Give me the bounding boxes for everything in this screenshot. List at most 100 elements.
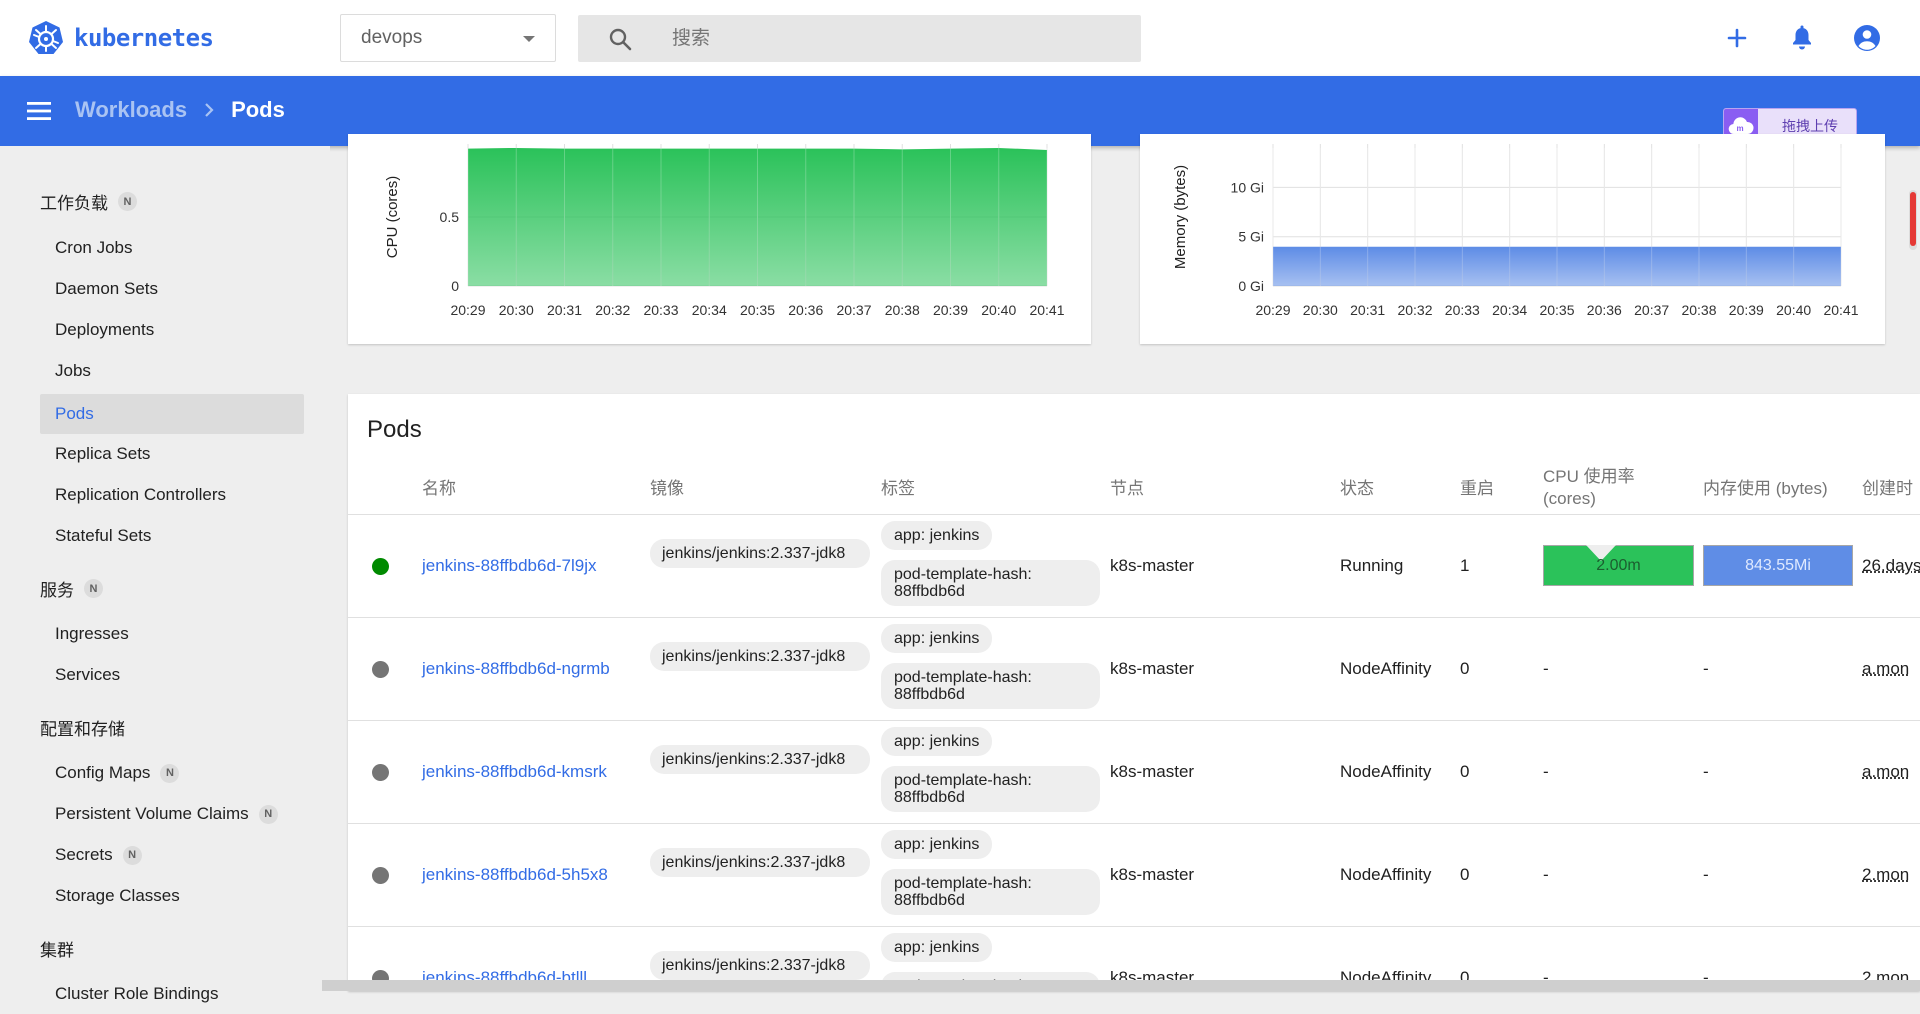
- notifications-bell-icon[interactable]: [1788, 24, 1816, 52]
- memory-cell: -: [1703, 865, 1709, 884]
- x-tick-label: 20:36: [1587, 302, 1622, 318]
- table-row[interactable]: jenkins-88ffbdb6d-7l9jx jenkins/jenkins:…: [348, 514, 1920, 617]
- cpu-usage-chart-card: 20:29 20:30 20:31 20:32 20:33 20:34 20:35 20:36…: [348, 134, 1091, 344]
- column-header-node: 节点: [1110, 479, 1144, 498]
- pods-table-title: Pods: [367, 416, 422, 443]
- sidebar-item-label: Jobs: [55, 361, 91, 380]
- status-pending-icon: [372, 764, 389, 781]
- node-cell: k8s-master: [1110, 865, 1195, 884]
- y-axis-title: CPU (cores): [384, 176, 401, 259]
- label-chip: app: jenkins: [881, 727, 993, 756]
- memory-sparkline[interactable]: 843.55Mi: [1703, 545, 1853, 586]
- label-chip: app: jenkins: [881, 933, 993, 962]
- label-chip: app: jenkins: [881, 624, 993, 653]
- sidebar-item-label: Config Maps: [55, 763, 151, 782]
- sidebar-item-label: Deployments: [55, 320, 155, 339]
- x-tick-label: 20:37: [1634, 302, 1669, 318]
- search-icon: [609, 28, 632, 51]
- sidebar-section-services[interactable]: 服务 N: [40, 576, 103, 601]
- x-tick-label: 20:30: [1303, 302, 1338, 318]
- x-tick-label: 20:40: [981, 302, 1016, 318]
- sidebar-section-workloads[interactable]: 工作负载 N: [40, 189, 137, 214]
- sidebar-item-pods[interactable]: Pods: [40, 394, 304, 434]
- x-tick-label: 20:31: [1350, 302, 1385, 318]
- sidebar-item-replica-sets[interactable]: Replica Sets: [40, 434, 304, 474]
- search-bar[interactable]: [578, 15, 1141, 62]
- node-cell: k8s-master: [1110, 556, 1195, 575]
- memory-value: 843.55Mi: [1745, 556, 1811, 574]
- label-chip: app: jenkins: [881, 830, 993, 859]
- search-input[interactable]: [670, 26, 1114, 51]
- status-cell: Running: [1340, 556, 1404, 575]
- sidebar-item-cron-jobs[interactable]: Cron Jobs: [40, 228, 304, 268]
- sidebar-item-persistent-volume-claims[interactable]: Persistent Volume Claims N: [40, 794, 304, 834]
- account-circle-icon[interactable]: [1853, 24, 1881, 52]
- logo-text: kubernetes: [74, 24, 214, 52]
- sidebar-item-stateful-sets[interactable]: Stateful Sets: [40, 516, 304, 556]
- horizontal-scrollbar[interactable]: [322, 980, 1920, 991]
- x-tick-label: 20:32: [1397, 302, 1432, 318]
- table-row[interactable]: jenkins-88ffbdb6d-ngrmb jenkins/jenkins:…: [348, 617, 1920, 720]
- namespace-value: devops: [361, 27, 423, 48]
- cpu-sparkline[interactable]: 2.00m: [1543, 545, 1694, 586]
- x-tick-label: 20:37: [836, 302, 871, 318]
- node-cell: k8s-master: [1110, 762, 1195, 781]
- status-cell: NodeAffinity: [1340, 659, 1432, 678]
- x-tick-label: 20:41: [1029, 302, 1064, 318]
- kubernetes-logo[interactable]: kubernetes: [28, 20, 214, 56]
- column-header-restarts: 重启: [1460, 479, 1494, 498]
- caret-down-icon: [523, 36, 535, 42]
- x-tick-label: 20:33: [1445, 302, 1480, 318]
- section-title: 集群: [40, 941, 74, 960]
- breadcrumb-workloads[interactable]: Workloads: [75, 97, 187, 123]
- pod-name-link[interactable]: jenkins-88ffbdb6d-ngrmb: [422, 659, 610, 679]
- column-header-labels: 标签: [881, 479, 915, 498]
- restarts-cell: 0: [1460, 762, 1470, 781]
- pod-name-link[interactable]: jenkins-88ffbdb6d-kmsrk: [422, 762, 607, 782]
- label-chip: pod-template-hash: 88ffbdb6d: [881, 560, 1100, 606]
- sidebar-item-label: Ingresses: [55, 624, 129, 643]
- breadcrumb-pods: Pods: [231, 97, 285, 122]
- namespace-select[interactable]: devops: [340, 14, 556, 62]
- memory-usage-chart-card: 20:29 20:30 20:31 20:32 20:33 20:34 20:35 20:36…: [1140, 134, 1885, 344]
- restarts-cell: 0: [1460, 865, 1470, 884]
- x-tick-label: 20:38: [1681, 302, 1716, 318]
- sidebar-item-storage-classes[interactable]: Storage Classes: [40, 876, 304, 916]
- status-pending-icon: [372, 661, 389, 678]
- column-header-cpu: CPU 使用率 (cores): [1543, 467, 1635, 508]
- sidebar-item-cluster-role-bindings[interactable]: Cluster Role Bindings: [40, 974, 304, 1014]
- table-row[interactable]: jenkins-88ffbdb6d-5h5x8 jenkins/jenkins:…: [348, 823, 1920, 926]
- sidebar-item-secrets[interactable]: Secrets N: [40, 835, 304, 875]
- x-tick-label: 20:32: [595, 302, 630, 318]
- status-cell: NodeAffinity: [1340, 865, 1432, 884]
- sidebar-item-replication-controllers[interactable]: Replication Controllers: [40, 475, 304, 515]
- namespaced-badge: N: [84, 579, 103, 598]
- column-header-created[interactable]: 创建时: [1862, 478, 1913, 500]
- namespaced-badge: N: [122, 845, 142, 865]
- x-tick-label: 20:35: [1539, 302, 1574, 318]
- image-chip: jenkins/jenkins:2.337-jdk8: [650, 539, 870, 568]
- vertical-scrollbar[interactable]: [1906, 190, 1920, 250]
- restarts-cell: 1: [1460, 556, 1470, 575]
- kubernetes-helm-icon: [29, 21, 63, 54]
- sidebar-section-cluster[interactable]: 集群: [40, 936, 74, 961]
- sidebar-item-jobs[interactable]: Jobs: [40, 351, 304, 391]
- sidebar-item-label: Cluster Role Bindings: [55, 984, 219, 1003]
- chevron-right-icon: [205, 103, 214, 117]
- table-row[interactable]: jenkins-88ffbdb6d-kmsrk jenkins/jenkins:…: [348, 720, 1920, 823]
- sidebar-item-daemon-sets[interactable]: Daemon Sets: [40, 269, 304, 309]
- menu-icon[interactable]: [26, 100, 52, 122]
- column-header-name[interactable]: 名称: [422, 478, 456, 500]
- sidebar-item-config-maps[interactable]: Config Maps N: [40, 753, 304, 793]
- pod-name-link[interactable]: jenkins-88ffbdb6d-5h5x8: [422, 865, 608, 885]
- created-age: 2.mon: [1862, 865, 1910, 884]
- x-tick-label: 20:39: [1729, 302, 1764, 318]
- add-icon[interactable]: [1723, 24, 1751, 52]
- sidebar-item-services[interactable]: Services: [40, 655, 304, 695]
- pod-name-link[interactable]: jenkins-88ffbdb6d-7l9jx: [422, 556, 597, 576]
- cpu-usage-chart: 20:29 20:30 20:31 20:32 20:33 20:34 20:35 20:36…: [384, 144, 1065, 318]
- sidebar-item-deployments[interactable]: Deployments: [40, 310, 304, 350]
- sidebar-item-ingresses[interactable]: Ingresses: [40, 614, 304, 654]
- sidebar-section-config-storage[interactable]: 配置和存储: [40, 715, 125, 740]
- sidebar-item-label: Pods: [55, 404, 94, 423]
